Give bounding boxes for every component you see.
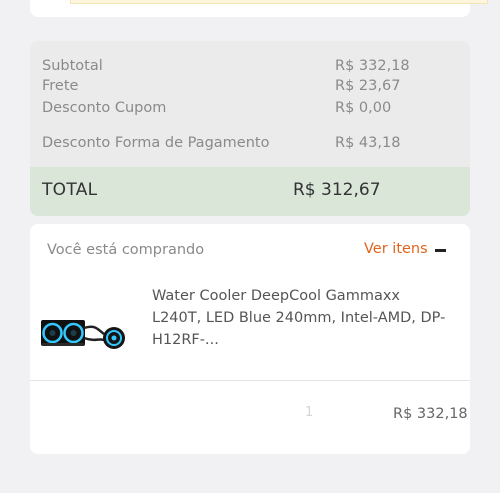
frete-row: Frete R$ 23,67 [42,76,470,96]
product-name[interactable]: Water Cooler DeepCool Gammaxx L240T, LED… [152,285,452,351]
cupom-label: Desconto Cupom [42,100,167,116]
ver-itens-link[interactable]: Ver itens [364,241,428,257]
cart-items-card: Você está comprando Ver itens Water Cool… [30,224,470,454]
total-value: R$ 312,67 [293,180,381,200]
cupom-row: Desconto Cupom R$ 0,00 [42,98,470,118]
cupom-value: R$ 0,00 [335,100,392,116]
total-row: TOTAL R$ 312,67 [30,167,470,216]
water-cooler-image [41,320,125,349]
pagamento-label: Desconto Forma de Pagamento [42,135,270,151]
frete-label: Frete [42,78,79,94]
subtotal-row: Subtotal R$ 332,18 [42,56,470,76]
total-label: TOTAL [42,180,98,200]
subtotal-value: R$ 332,18 [335,58,410,74]
minus-icon[interactable] [435,249,446,252]
frete-value: R$ 23,67 [335,78,401,94]
product-quantity: 1 [305,405,314,420]
subtotal-label: Subtotal [42,58,103,74]
product-price: R$ 332,18 [393,406,468,422]
previous-card [30,0,488,17]
notice-strip [70,0,488,4]
pagamento-value: R$ 43,18 [335,135,401,151]
cart-heading: Você está comprando [47,242,205,258]
order-summary: Subtotal R$ 332,18 Frete R$ 23,67 Descon… [30,41,470,216]
divider [30,380,470,381]
pagamento-row: Desconto Forma de Pagamento R$ 43,18 [42,133,470,153]
